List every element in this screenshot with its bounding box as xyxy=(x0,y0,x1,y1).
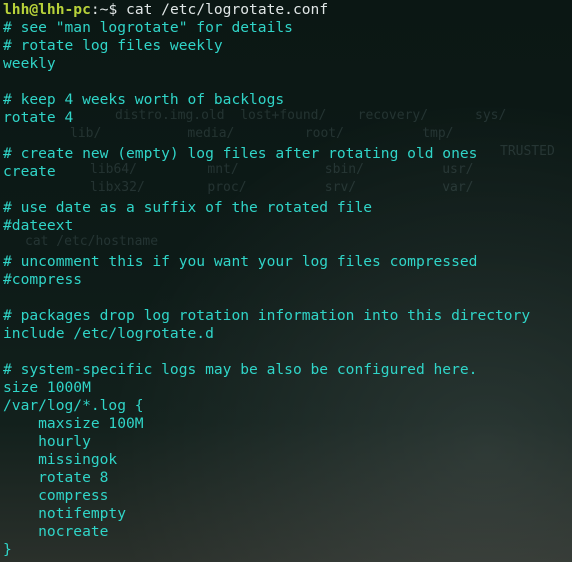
output-line: # system-specific logs may be also be co… xyxy=(3,361,478,378)
output-line: #compress xyxy=(3,271,83,288)
output-line: nocreate xyxy=(3,523,109,540)
output-line: rotate 4 xyxy=(3,109,74,126)
output-line: #dateext xyxy=(3,217,74,234)
output-line: rotate 8 xyxy=(3,469,109,486)
output-line: missingok xyxy=(3,451,118,468)
file-content: # see "man logrotate" for details # rotat… xyxy=(3,19,569,559)
output-line: # use date as a suffix of the rotated fi… xyxy=(3,199,373,216)
command-text: cat /etc/logrotate.conf xyxy=(126,1,329,18)
output-line: size 1000M xyxy=(3,379,91,396)
output-line: # create new (empty) log files after rot… xyxy=(3,145,478,162)
output-line: # rotate log files weekly xyxy=(3,37,223,54)
output-line: # keep 4 weeks worth of backlogs xyxy=(3,91,285,108)
output-line: weekly xyxy=(3,55,56,72)
prompt-line: lhh@lhh-pc:~$ cat /etc/logrotate.conf xyxy=(3,1,569,19)
terminal-output: lhh@lhh-pc:~$ cat /etc/logrotate.conf # s… xyxy=(3,1,569,559)
output-line: /var/log/*.log { xyxy=(3,397,144,414)
output-line: notifempty xyxy=(3,505,127,522)
output-line: } xyxy=(3,541,12,558)
prompt-user-host: lhh@lhh-pc xyxy=(3,1,91,18)
output-line: create xyxy=(3,163,56,180)
output-line: include /etc/logrotate.d xyxy=(3,325,214,342)
output-line: # see "man logrotate" for details xyxy=(3,19,293,36)
output-line: compress xyxy=(3,487,109,504)
output-line: # uncomment this if you want your log fi… xyxy=(3,253,478,270)
output-line: # packages drop log rotation information… xyxy=(3,307,531,324)
output-line: hourly xyxy=(3,433,91,450)
prompt-path: :~$ xyxy=(90,1,127,18)
output-line: maxsize 100M xyxy=(3,415,144,432)
